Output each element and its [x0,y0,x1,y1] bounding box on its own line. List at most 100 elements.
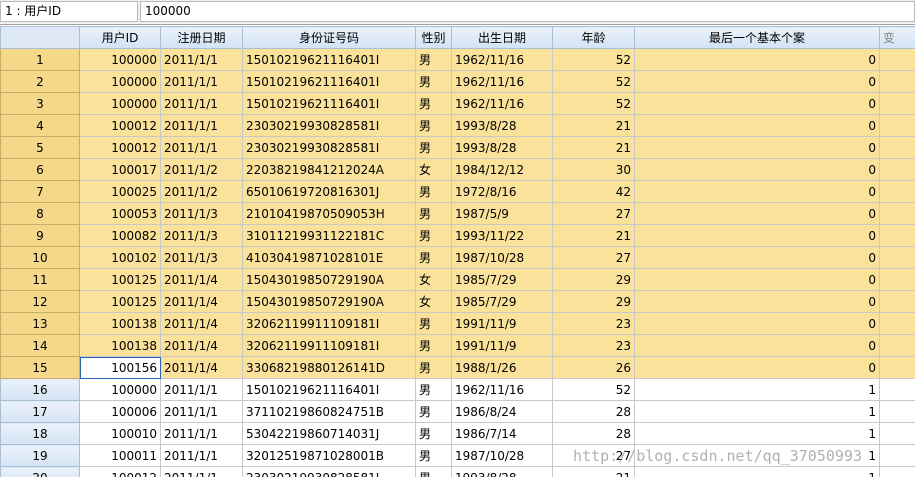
cell-id-card[interactable]: 32062119911109181I [242,334,416,357]
cell-user-id[interactable]: 100000 [79,378,161,401]
cell-birth-date[interactable]: 1987/5/9 [451,202,553,225]
cell-id-card[interactable]: 15010219621116401I [242,70,416,93]
cell-user-id[interactable]: 100102 [79,246,161,269]
row-number[interactable]: 3 [0,92,80,115]
cell-age[interactable]: 52 [552,92,635,115]
col-header-birth-date[interactable]: 出生日期 [451,26,553,49]
cell-last-case[interactable]: 0 [634,180,880,203]
cell-id-card[interactable]: 15043019850729190A [242,268,416,291]
cell-id-card[interactable]: 22038219841212024A [242,158,416,181]
cell-birth-date[interactable]: 1962/11/16 [451,70,553,93]
cell-id-card[interactable]: 32062119911109181I [242,312,416,335]
cell-reg-date[interactable]: 2011/1/2 [160,180,243,203]
cell-sex[interactable]: 女 [415,290,452,313]
row-number[interactable]: 10 [0,246,80,269]
cell-last-case[interactable]: 0 [634,136,880,159]
cell-id-card[interactable]: 23030219930828581I [242,466,416,477]
cell-reg-date[interactable]: 2011/1/4 [160,268,243,291]
cell-age[interactable]: 30 [552,158,635,181]
cell-id-card[interactable]: 15010219621116401I [242,48,416,71]
cell-age[interactable]: 21 [552,224,635,247]
cell-age[interactable]: 27 [552,246,635,269]
cell-reg-date[interactable]: 2011/1/3 [160,202,243,225]
cell-reg-date[interactable]: 2011/1/1 [160,444,243,467]
cell-sex[interactable]: 男 [415,422,452,445]
cell-user-id[interactable]: 100012 [79,136,161,159]
cell-age[interactable]: 28 [552,400,635,423]
cell-empty-var[interactable] [879,268,915,291]
col-header-user-id[interactable]: 用户ID [79,26,161,49]
col-header-reg-date[interactable]: 注册日期 [160,26,243,49]
cell-sex[interactable]: 男 [415,356,452,379]
cell-reg-date[interactable]: 2011/1/2 [160,158,243,181]
cell-reg-date[interactable]: 2011/1/4 [160,334,243,357]
row-number[interactable]: 16 [0,378,80,401]
cell-age[interactable]: 27 [552,202,635,225]
cell-birth-date[interactable]: 1962/11/16 [451,92,553,115]
col-header-var[interactable]: 变 [879,26,915,49]
cell-birth-date[interactable]: 1962/11/16 [451,48,553,71]
cell-birth-date[interactable]: 1987/10/28 [451,246,553,269]
cell-id-card[interactable]: 65010619720816301J [242,180,416,203]
cell-reference-field[interactable]: 1 : 用户ID [0,1,138,22]
cell-last-case[interactable]: 0 [634,246,880,269]
cell-user-id[interactable]: 100138 [79,334,161,357]
cell-id-card[interactable]: 15043019850729190A [242,290,416,313]
cell-id-card[interactable]: 31011219931122181C [242,224,416,247]
row-number[interactable]: 1 [0,48,80,71]
cell-last-case[interactable]: 0 [634,268,880,291]
cell-reg-date[interactable]: 2011/1/4 [160,312,243,335]
cell-empty-var[interactable] [879,70,915,93]
cell-empty-var[interactable] [879,334,915,357]
cell-user-id[interactable]: 100125 [79,268,161,291]
cell-birth-date[interactable]: 1986/7/14 [451,422,553,445]
cell-empty-var[interactable] [879,466,915,477]
cell-empty-var[interactable] [879,92,915,115]
cell-id-card[interactable]: 15010219621116401I [242,378,416,401]
cell-age[interactable]: 52 [552,48,635,71]
cell-age[interactable]: 21 [552,114,635,137]
cell-id-card[interactable]: 21010419870509053H [242,202,416,225]
cell-user-id[interactable]: 100010 [79,422,161,445]
cell-last-case[interactable]: 0 [634,114,880,137]
cell-user-id[interactable]: 100025 [79,180,161,203]
cell-empty-var[interactable] [879,158,915,181]
cell-sex[interactable]: 女 [415,158,452,181]
cell-empty-var[interactable] [879,114,915,137]
cell-user-id[interactable]: 100012 [79,466,161,477]
cell-last-case[interactable]: 0 [634,334,880,357]
cell-user-id[interactable]: 100125 [79,290,161,313]
cell-id-card[interactable]: 23030219930828581I [242,114,416,137]
cell-last-case[interactable]: 1 [634,400,880,423]
cell-sex[interactable]: 男 [415,312,452,335]
cell-sex[interactable]: 女 [415,268,452,291]
cell-reg-date[interactable]: 2011/1/1 [160,70,243,93]
cell-reg-date[interactable]: 2011/1/4 [160,290,243,313]
cell-sex[interactable]: 男 [415,400,452,423]
cell-birth-date[interactable]: 1987/10/28 [451,444,553,467]
cell-reg-date[interactable]: 2011/1/1 [160,114,243,137]
row-number[interactable]: 9 [0,224,80,247]
cell-empty-var[interactable] [879,400,915,423]
row-number[interactable]: 14 [0,334,80,357]
cell-empty-var[interactable] [879,356,915,379]
cell-birth-date[interactable]: 1972/8/16 [451,180,553,203]
cell-last-case[interactable]: 1 [634,378,880,401]
cell-empty-var[interactable] [879,246,915,269]
cell-birth-date[interactable]: 1991/11/9 [451,312,553,335]
cell-last-case[interactable]: 0 [634,158,880,181]
row-number[interactable]: 12 [0,290,80,313]
cell-sex[interactable]: 男 [415,334,452,357]
col-header-sex[interactable]: 性别 [415,26,452,49]
cell-birth-date[interactable]: 1985/7/29 [451,268,553,291]
row-number[interactable]: 7 [0,180,80,203]
cell-reg-date[interactable]: 2011/1/1 [160,48,243,71]
cell-age[interactable]: 23 [552,334,635,357]
cell-birth-date[interactable]: 1993/8/28 [451,136,553,159]
cell-id-card[interactable]: 15010219621116401I [242,92,416,115]
cell-last-case[interactable]: 0 [634,202,880,225]
row-number[interactable]: 18 [0,422,80,445]
cell-last-case[interactable]: 1 [634,466,880,477]
cell-sex[interactable]: 男 [415,224,452,247]
cell-empty-var[interactable] [879,224,915,247]
